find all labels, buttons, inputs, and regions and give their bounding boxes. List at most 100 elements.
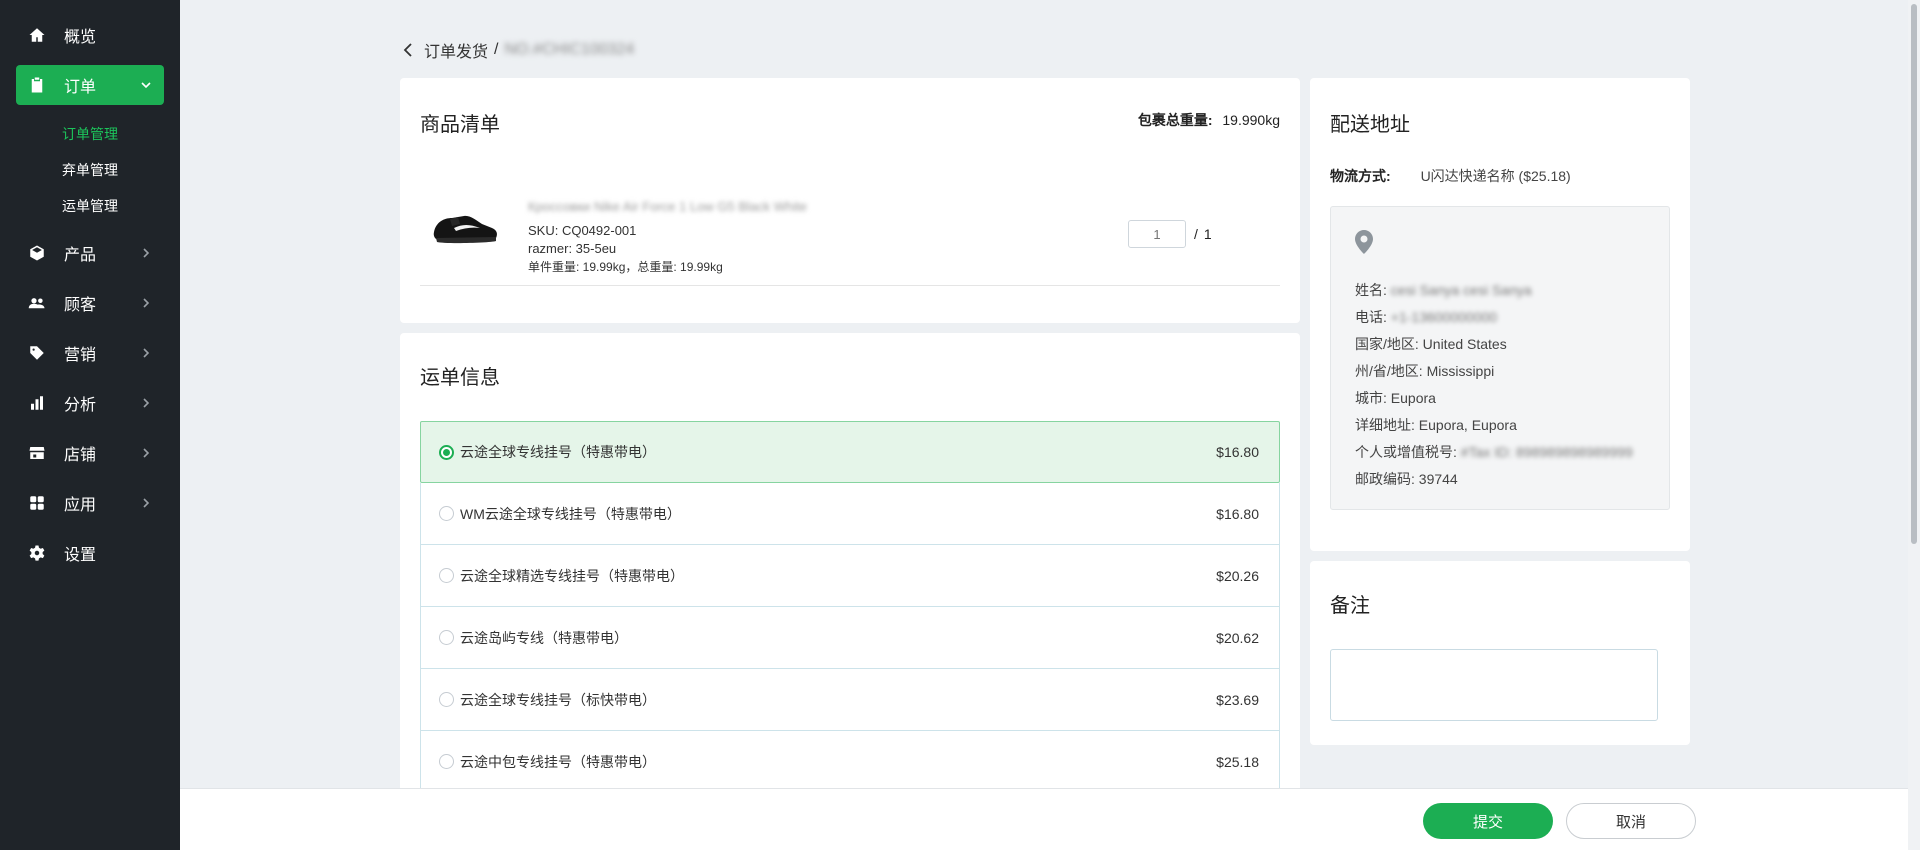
- users-icon: [28, 294, 46, 312]
- chevron-right-icon: [138, 295, 154, 311]
- sub-order-management[interactable]: 订单管理: [62, 124, 118, 144]
- chevron-right-icon: [138, 445, 154, 461]
- radio-button[interactable]: [439, 506, 454, 521]
- store-icon: [28, 444, 46, 462]
- cube-icon: [28, 244, 46, 262]
- vertical-scrollbar[interactable]: [1908, 0, 1920, 850]
- shipping-option[interactable]: 云途全球专线挂号（特惠带电） $16.80: [420, 421, 1280, 483]
- nav-label: 分析: [64, 397, 97, 414]
- nav-label: 顾客: [64, 297, 97, 314]
- shipping-option[interactable]: 云途全球专线挂号（标快带电） $23.69: [420, 669, 1280, 731]
- nav-label: 店铺: [64, 447, 97, 464]
- remark-card: 备注: [1310, 561, 1690, 745]
- address-lines: 姓名: cesi Sanya cesi Sanya 电话: +1-1360000…: [1355, 277, 1633, 493]
- product-image: [430, 202, 500, 248]
- scrollbar-thumb[interactable]: [1911, 4, 1917, 544]
- shipping-option[interactable]: 云途全球精选专线挂号（特惠带电） $20.26: [420, 545, 1280, 607]
- shipping-option-name: 云途岛屿专线（特惠带电）: [460, 629, 628, 646]
- nav-label: 营销: [64, 347, 97, 364]
- shipping-method: 物流方式: U闪达快递名称 ($25.18): [1330, 166, 1571, 186]
- nav-orders[interactable]: 订单: [16, 65, 164, 105]
- shipping-option-price: $20.26: [1216, 567, 1259, 584]
- clipboard-icon: [28, 76, 46, 94]
- shipping-option-name: 云途全球专线挂号（标快带电）: [460, 691, 656, 708]
- nav-label: 概览: [64, 29, 97, 46]
- tag-icon: [28, 344, 46, 362]
- radio-button[interactable]: [439, 630, 454, 645]
- address-tax-id: 个人或增值税号: #Tax ID: 898989898989999: [1355, 444, 1633, 460]
- product-weight: 单件重量: 19.99kg，总重量: 19.99kg: [528, 260, 723, 274]
- product-list-card: 商品清单 包裹总重量: 19.990kg Кроссовки Nike Air …: [400, 78, 1300, 323]
- total-weight-label: 包裹总重量:: [1137, 112, 1213, 128]
- apps-icon: [28, 494, 46, 512]
- sub-abandoned-orders[interactable]: 弃单管理: [62, 160, 118, 180]
- quantity-input[interactable]: [1128, 220, 1186, 248]
- waybill-info-card: 运单信息 云途全球专线挂号（特惠带电） $16.80 WM云途全球专线挂号（特惠…: [400, 333, 1300, 788]
- shipping-method-value: U闪达快递名称 ($25.18): [1420, 168, 1571, 184]
- radio-button[interactable]: [439, 444, 454, 460]
- shipping-option-price: $16.80: [1216, 444, 1259, 460]
- nav-label: 订单: [64, 79, 97, 96]
- breadcrumb-separator: /: [494, 41, 499, 58]
- quantity-separator: /: [1194, 226, 1198, 242]
- product-row: Кроссовки Nike Air Force 1 Low G5 Black …: [420, 186, 1280, 286]
- nav-marketing[interactable]: 营销: [16, 333, 164, 373]
- product-name[interactable]: Кроссовки Nike Air Force 1 Low G5 Black …: [528, 198, 807, 216]
- shipping-option-name: 云途中包专线挂号（特惠带电）: [460, 753, 656, 770]
- chevron-right-icon: [138, 395, 154, 411]
- radio-button[interactable]: [439, 692, 454, 707]
- total-weight-value: 19.990kg: [1222, 112, 1280, 128]
- address-zip: 邮政编码: 39744: [1355, 471, 1458, 487]
- chevron-right-icon: [138, 345, 154, 361]
- chevron-right-icon: [138, 495, 154, 511]
- quantity-total: 1: [1203, 226, 1212, 242]
- cancel-button[interactable]: 取消: [1566, 803, 1696, 839]
- package-total-weight: 包裹总重量: 19.990kg: [1138, 110, 1280, 130]
- address-country: 国家/地区: United States: [1355, 336, 1507, 352]
- nav-customers[interactable]: 顾客: [16, 283, 164, 323]
- breadcrumb-parent[interactable]: 订单发货: [424, 38, 488, 62]
- shipping-address-card: 配送地址 物流方式: U闪达快递名称 ($25.18) 姓名: cesi San…: [1310, 78, 1690, 551]
- remark-textarea[interactable]: [1330, 649, 1658, 721]
- nav-products[interactable]: 产品: [16, 233, 164, 273]
- shipping-option-price: $25.18: [1216, 753, 1259, 770]
- action-footer: 提交 取消: [180, 788, 1908, 850]
- chevron-down-icon: [138, 77, 154, 93]
- chevron-left-icon[interactable]: [400, 41, 418, 59]
- product-info: Кроссовки Nike Air Force 1 Low G5 Black …: [528, 198, 807, 276]
- shipping-option-price: $16.80: [1216, 505, 1259, 522]
- quantity-group: / 1: [1128, 220, 1212, 248]
- shipping-option-name: 云途全球专线挂号（特惠带电）: [460, 444, 656, 460]
- shipping-options-list: 云途全球专线挂号（特惠带电） $16.80 WM云途全球专线挂号（特惠带电） $…: [420, 421, 1280, 788]
- nav-apps[interactable]: 应用: [16, 483, 164, 523]
- remark-title: 备注: [1330, 595, 1370, 617]
- nav-analytics[interactable]: 分析: [16, 383, 164, 423]
- radio-button[interactable]: [439, 754, 454, 769]
- gear-icon: [28, 544, 46, 562]
- nav-settings[interactable]: 设置: [16, 533, 164, 573]
- product-list-title: 商品清单: [420, 114, 500, 136]
- breadcrumb: 订单发货 / NO.#CHIC100324: [400, 38, 634, 62]
- nav-label: 产品: [64, 247, 97, 264]
- shipping-option[interactable]: 云途岛屿专线（特惠带电） $20.62: [420, 607, 1280, 669]
- shipping-option-name: WM云途全球专线挂号（特惠带电）: [460, 505, 681, 522]
- nav-overview[interactable]: 概览: [16, 15, 164, 55]
- address-name: 姓名: cesi Sanya cesi Sanya: [1355, 282, 1532, 298]
- shipping-option[interactable]: 云途中包专线挂号（特惠带电） $25.18: [420, 731, 1280, 788]
- submit-button[interactable]: 提交: [1423, 803, 1553, 839]
- shipping-option-name: 云途全球精选专线挂号（特惠带电）: [460, 567, 684, 584]
- address-phone: 电话: +1-13600000000: [1355, 309, 1498, 325]
- sub-waybill-management[interactable]: 运单管理: [62, 196, 118, 216]
- product-variant: razmer: 35-5eu: [528, 241, 617, 256]
- address-details: 姓名: cesi Sanya cesi Sanya 电话: +1-1360000…: [1330, 206, 1670, 510]
- shipping-option-price: $20.62: [1216, 629, 1259, 646]
- location-pin-icon: [1353, 229, 1375, 255]
- home-icon: [28, 26, 46, 44]
- breadcrumb-current: NO.#CHIC100324: [504, 41, 635, 58]
- nav-store[interactable]: 店铺: [16, 433, 164, 473]
- bar-chart-icon: [28, 394, 46, 412]
- radio-button[interactable]: [439, 568, 454, 583]
- shipping-option[interactable]: WM云途全球专线挂号（特惠带电） $16.80: [420, 483, 1280, 545]
- chevron-right-icon: [138, 245, 154, 261]
- shipping-option-price: $23.69: [1216, 691, 1259, 708]
